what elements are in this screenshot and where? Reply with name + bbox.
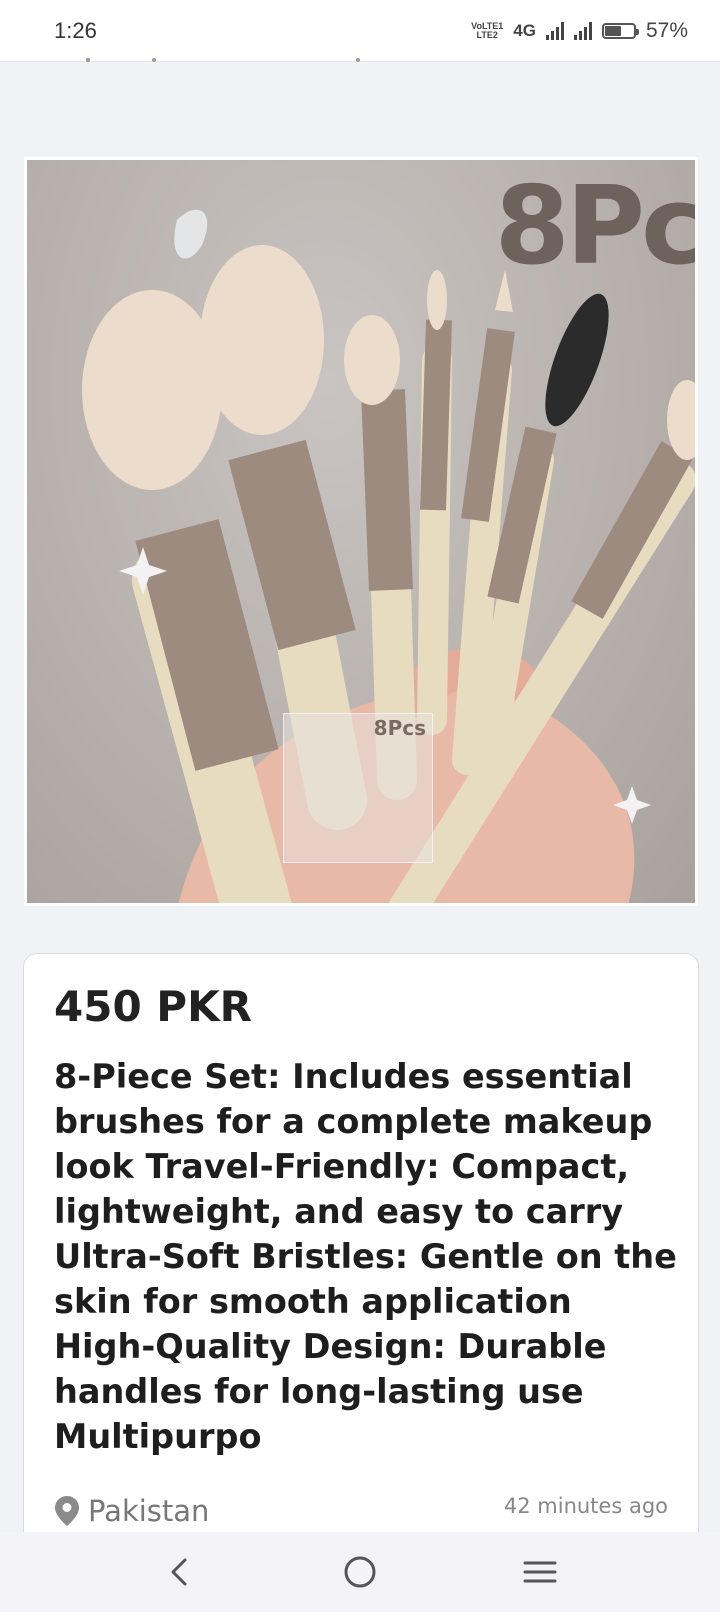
thumbnail-label: 8Pcs (373, 716, 426, 740)
listing-description: 8-Piece Set: Includes essential brushes … (54, 1057, 677, 1456)
signal-strength-icon (545, 21, 564, 40)
volte-indicator: VoLTE1 LTE2 (471, 20, 504, 40)
image-pieces-label: 8Pc (494, 164, 698, 289)
location-pin-icon (55, 1496, 79, 1526)
listing-price: 450 PKR (54, 982, 252, 1031)
recents-button[interactable] (510, 1542, 570, 1602)
network-type: 4G (513, 20, 536, 40)
menu-icon (523, 1561, 557, 1583)
home-icon (344, 1556, 376, 1588)
status-bar: 1:26 VoLTE1 LTE2 4G 57% (0, 0, 720, 62)
scrolled-text-fragment (60, 58, 420, 66)
posted-time: 42 minutes ago (503, 1494, 668, 1518)
battery-icon (601, 22, 639, 39)
back-icon (171, 1558, 187, 1586)
listing-details-card[interactable]: 450 PKR 8-Piece Set: Includes essential … (23, 953, 699, 1593)
status-icons: VoLTE1 LTE2 4G 57% (471, 19, 688, 43)
status-time: 1:26 (54, 17, 97, 43)
location-text: Pakistan (88, 1494, 210, 1528)
system-navigation-bar (0, 1532, 720, 1612)
home-button[interactable] (330, 1542, 390, 1602)
listing-location: Pakistan (54, 1494, 209, 1528)
back-button[interactable] (150, 1542, 210, 1602)
battery-percent: 57% (645, 18, 688, 42)
signal-strength-2-icon (573, 21, 592, 40)
product-image[interactable]: 8Pc 8Pcs (24, 157, 698, 906)
image-thumbnail: 8Pcs (283, 713, 433, 863)
